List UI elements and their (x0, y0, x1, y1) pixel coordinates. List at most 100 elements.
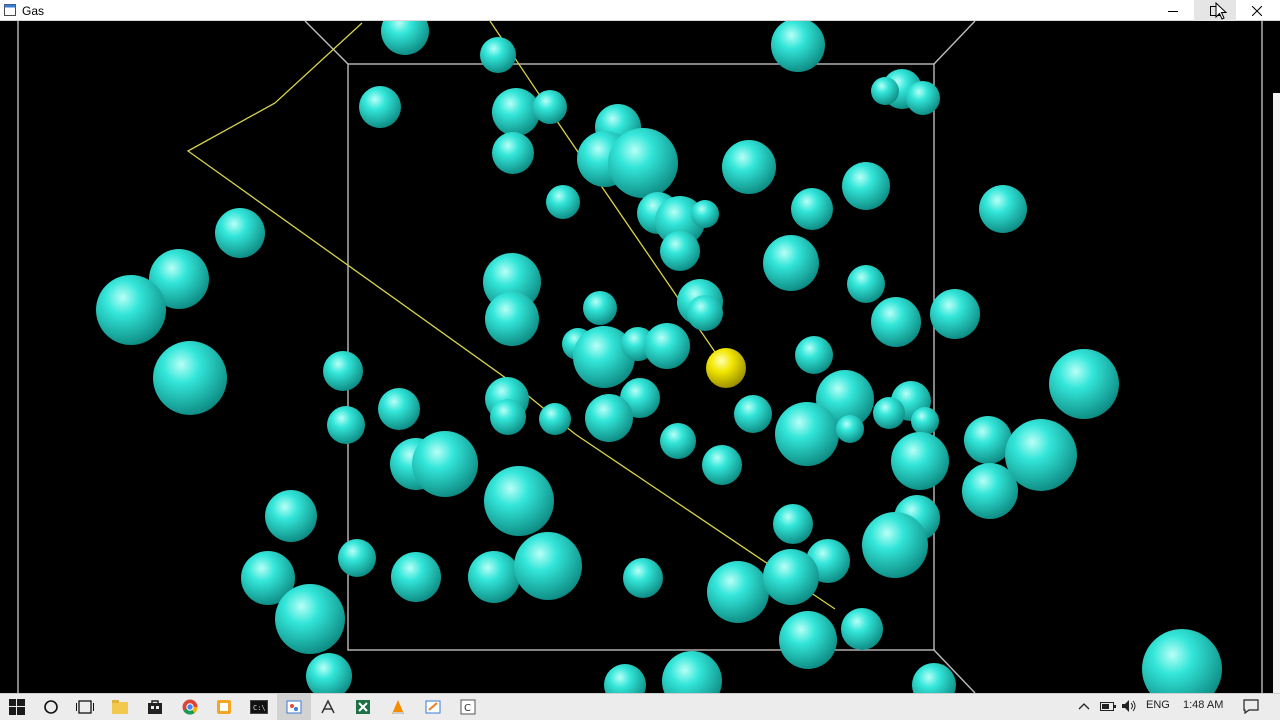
gas-particle (660, 231, 700, 271)
gas-particle (687, 295, 723, 331)
gas-particle (841, 608, 883, 650)
close-button[interactable] (1236, 0, 1278, 21)
window-app-icon (4, 4, 16, 16)
gas-particle (381, 21, 429, 55)
gas-particle (585, 394, 633, 442)
orange-app-button[interactable] (207, 694, 241, 720)
gas-particle (275, 584, 345, 654)
notification-icon[interactable] (1243, 699, 1259, 714)
paint-2-button[interactable] (416, 694, 450, 720)
gas-particle (964, 416, 1012, 464)
gas-particle (962, 463, 1018, 519)
gas-particle (791, 188, 833, 230)
chrome-button[interactable] (173, 694, 207, 720)
gas-particle (514, 532, 582, 600)
gas-particle (773, 504, 813, 544)
maximize-button[interactable] (1194, 0, 1236, 21)
gas-particle (492, 132, 534, 174)
task-view-icon (76, 700, 94, 714)
maximize-icon (1210, 5, 1220, 16)
svg-text:C: C (464, 703, 471, 714)
battery-icon[interactable] (1100, 701, 1116, 712)
gas-particle (468, 551, 520, 603)
gas-particle (1142, 629, 1222, 693)
window-title: Gas (22, 4, 45, 18)
chrome-icon (182, 699, 198, 715)
gas-particle (871, 77, 899, 105)
excel-button[interactable] (346, 694, 380, 720)
start-button[interactable] (0, 694, 34, 720)
gas-particle (871, 297, 921, 347)
gas-particle (912, 663, 956, 693)
vlc-button[interactable] (381, 694, 415, 720)
gas-particle (862, 512, 928, 578)
gas-particle (391, 552, 441, 602)
terminal-icon: C:\ (250, 700, 268, 714)
gas-particle (734, 395, 772, 433)
chevron-up-icon[interactable] (1078, 702, 1090, 710)
gas-particle (546, 185, 580, 219)
gas-particle (608, 128, 678, 198)
app-c-icon: C (460, 699, 476, 715)
gas-particle (378, 388, 420, 430)
paint-2-icon (425, 700, 441, 714)
file-explorer-button[interactable] (103, 694, 137, 720)
gas-particle (722, 140, 776, 194)
gas-particle (691, 200, 719, 228)
svg-text:C:\: C:\ (253, 704, 266, 712)
window-titlebar: Gas (0, 0, 1280, 21)
gas-particle (911, 407, 939, 435)
gas-particle (763, 549, 819, 605)
gas-particle (153, 341, 227, 415)
gas-particle (412, 431, 478, 497)
volume-icon[interactable] (1121, 699, 1137, 713)
gas-particle (662, 651, 722, 693)
search-icon (44, 700, 58, 714)
tracked-particle (706, 348, 746, 388)
clock-time[interactable]: 1:48 AM (1183, 699, 1223, 711)
app-orange-icon (217, 700, 231, 714)
background-window-edge (1273, 93, 1280, 693)
gas-particle (583, 291, 617, 325)
terminal-button[interactable]: C:\ (242, 694, 276, 720)
vlc-icon (392, 700, 404, 714)
gas-particle (1049, 349, 1119, 419)
network-tool-button[interactable] (311, 694, 345, 720)
minimize-button[interactable] (1152, 0, 1194, 21)
gas-particle (779, 611, 837, 669)
gas-scene (17, 21, 1263, 693)
taskbar: C:\ C ENG 1:48 AM (0, 693, 1280, 720)
gas-particle (775, 402, 839, 466)
gas-particle (492, 88, 540, 136)
gas-particle (763, 235, 819, 291)
search-button[interactable] (34, 694, 68, 720)
close-icon (1252, 5, 1262, 16)
gas-particle (623, 558, 663, 598)
gas-particle (906, 81, 940, 115)
simulation-viewport[interactable] (0, 21, 1280, 693)
gas-particle (979, 185, 1027, 233)
gas-particle (836, 415, 864, 443)
gas-particle (842, 162, 890, 210)
gas-particle (265, 490, 317, 542)
gas-particle (485, 292, 539, 346)
particles (96, 21, 1222, 693)
gas-particle (306, 653, 352, 693)
gas-particle (702, 445, 742, 485)
language-indicator[interactable]: ENG (1146, 699, 1170, 711)
gas-particle (873, 397, 905, 429)
gas-particle (533, 90, 567, 124)
gas-particle (644, 323, 690, 369)
gas-particle (490, 399, 526, 435)
gas-particle (847, 265, 885, 303)
gas-particle (323, 351, 363, 391)
gas-particle (660, 423, 696, 459)
task-view-button[interactable] (68, 694, 102, 720)
app-c-button[interactable]: C (451, 694, 485, 720)
network-tool-icon (321, 699, 335, 714)
paint-button[interactable] (277, 694, 311, 720)
paint-icon (286, 700, 302, 714)
store-button[interactable] (138, 694, 172, 720)
gas-particle (96, 275, 166, 345)
minimize-icon (1168, 10, 1178, 12)
